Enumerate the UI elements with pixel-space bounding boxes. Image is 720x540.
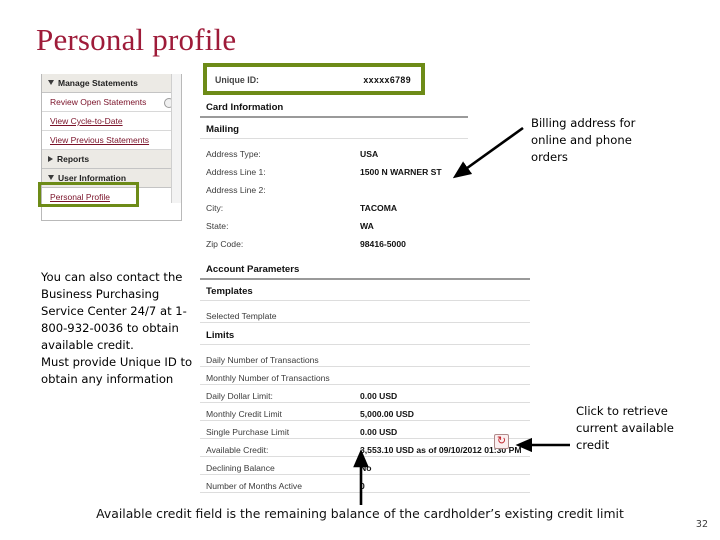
row-divider [200,402,530,403]
field-label: Selected Template [206,311,277,321]
field-label: Daily Dollar Limit: [206,391,273,401]
field-row: Daily Dollar Limit: 0.00 USD [200,388,540,406]
sidebar-item-review-open-statements[interactable]: Review Open Statements [42,93,181,112]
field-row: State: WA [200,218,540,236]
field-value: 1500 N WARNER ST [360,167,442,177]
field-row: Zip Code: 98416-5000 [200,236,540,254]
section-heading-label: Account Parameters [206,264,300,275]
field-value: WA [360,221,374,231]
field-value: 0.00 USD [360,391,398,401]
section-divider [200,278,530,280]
section-heading-label: Mailing [206,124,240,135]
field-label: Monthly Credit Limit [206,409,282,419]
page-title: Personal profile [36,22,237,57]
section-divider [200,138,468,139]
sidebar-item-reports[interactable]: Reports [42,150,181,169]
section-heading-label: Limits [206,330,235,341]
field-label: Address Line 1: [206,167,266,177]
callout-contact-info: You can also contact the Business Purcha… [41,269,193,388]
sidebar-item-label: Reports [57,154,90,164]
field-row: Selected Template [200,308,540,326]
page-number: 32 [695,519,708,530]
field-row: Monthly Credit Limit 5,000.00 USD [200,406,540,424]
field-row: Address Line 2: [200,182,540,200]
section-divider [200,116,468,118]
row-divider [200,474,530,475]
field-value: 0 [360,481,365,491]
row-divider [200,438,530,439]
section-divider [200,300,530,301]
triangle-down-icon [48,175,54,181]
section-heading-label: Templates [206,286,253,297]
field-label: Address Line 2: [206,185,266,195]
sidebar-item-view-previous-statements[interactable]: View Previous Statements [42,131,181,150]
field-row: Address Line 1: 1500 N WARNER ST [200,164,540,182]
field-label: State: [206,221,229,231]
field-label: Address Type: [206,149,261,159]
field-value: 0.00 USD [360,427,398,437]
field-label: Available Credit: [206,445,269,455]
field-value: 98416-5000 [360,239,406,249]
field-value: USA [360,149,379,159]
section-heading-label: Card Information [206,102,284,113]
field-row: Available Credit: 3,553.10 USD as of 09/1… [200,442,540,460]
section-divider [200,344,530,345]
field-row: Address Type: USA [200,146,540,164]
field-value: 5,000.00 USD [360,409,414,419]
field-row: Monthly Number of Transactions [200,370,540,388]
sidebar-item-label: Review Open Statements [50,97,147,107]
field-label: Daily Number of Transactions [206,355,319,365]
field-value: No [360,463,372,473]
field-label: Single Purchase Limit [206,427,290,437]
highlight-box-personal-profile [38,182,139,207]
sidebar-item-label: View Cycle-to-Date [50,116,123,126]
row-divider [200,366,530,367]
triangle-down-icon [48,80,54,86]
row-divider [200,492,530,493]
field-row: Daily Number of Transactions [200,352,540,370]
row-divider [200,456,530,457]
refresh-icon[interactable]: ↻ [494,434,509,449]
triangle-right-icon [48,155,53,162]
field-row: Declining Balance No [200,460,540,478]
field-value: TACOMA [360,203,398,213]
slide-caption: Available credit field is the remaining … [96,506,624,521]
sidebar-item-label: Manage Statements [58,78,138,88]
sidebar-item-manage-statements[interactable]: Manage Statements [42,74,181,93]
callout-contact-line: Must provide Unique ID to obtain any inf… [41,355,193,386]
field-label: Zip Code: [206,239,244,249]
row-divider [200,420,530,421]
field-label: Number of Months Active [206,481,303,491]
callout-billing-address: Billing address for online and phone ord… [531,116,636,164]
field-label: Monthly Number of Transactions [206,373,330,383]
field-label: City: [206,203,224,213]
sidebar-item-view-cycle-to-date[interactable]: View Cycle-to-Date [42,112,181,131]
field-row: City: TACOMA [200,200,540,218]
row-divider [200,384,530,385]
row-divider [200,322,530,323]
slide-root: Personal profile Manage Statements Review… [0,0,720,540]
sidebar-item-label: View Previous Statements [50,135,150,145]
callout-click-retrieve: Click to retrieve current available cred… [576,404,674,452]
field-row: Single Purchase Limit 0.00 USD [200,424,540,442]
callout-contact-line: You can also contact the Business Purcha… [41,270,187,352]
profile-detail-panel: Card Information Mailing Address Type: USA A… [200,64,540,494]
field-label: Declining Balance [206,463,275,473]
sidebar-scrollbar[interactable] [171,74,181,207]
field-row: Number of Months Active 0 [200,478,540,496]
